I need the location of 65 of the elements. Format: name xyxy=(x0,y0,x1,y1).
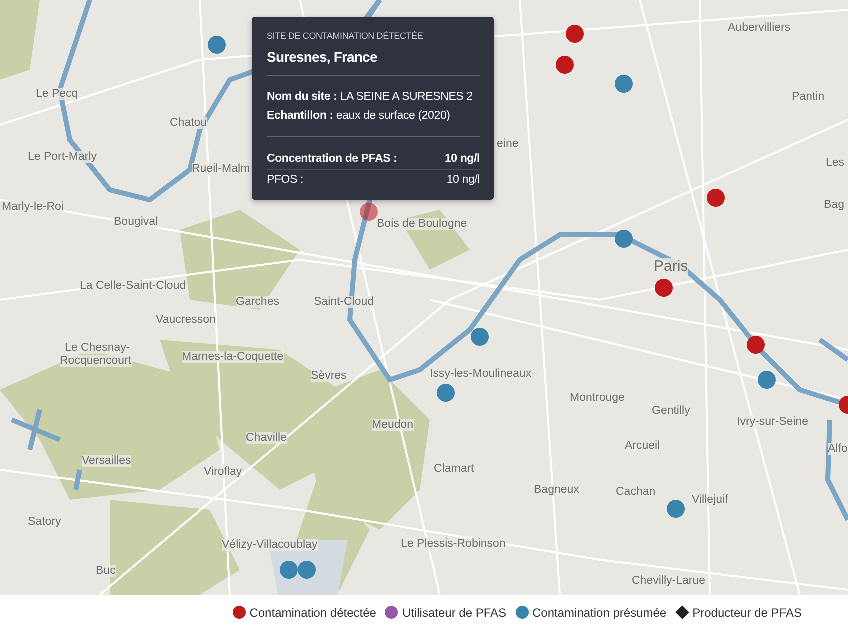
measure-value: 10 ng/l xyxy=(446,174,480,186)
place-label: Chaville xyxy=(246,432,287,444)
site-marker[interactable] xyxy=(667,500,685,518)
place-label: Buc xyxy=(96,565,116,577)
measure-label: Concentration de PFAS : xyxy=(267,153,398,165)
place-label: Ivry-sur-Seine xyxy=(737,416,809,428)
site-detail: Nom du site : LA SEINE A SURESNES 2 xyxy=(267,90,474,105)
site-detail: Echantillon : eaux de surface (2020) xyxy=(267,109,452,124)
measure-label: PFOS : xyxy=(267,174,304,186)
site-marker[interactable] xyxy=(747,336,765,354)
place-label: Gentilly xyxy=(652,405,690,417)
place-label: La Celle-Saint-Cloud xyxy=(80,280,186,292)
place-label: Chatou xyxy=(170,117,208,129)
place-label: Clamart xyxy=(434,463,474,475)
place-label: eine xyxy=(497,138,519,150)
place-label: Alfo xyxy=(828,443,848,455)
site-marker[interactable] xyxy=(615,75,633,93)
site-marker[interactable] xyxy=(707,189,725,207)
place-label: Marnes-la-Coquette xyxy=(182,351,284,363)
measure-value: 10 ng/l xyxy=(444,153,480,165)
place-label: Bagneux xyxy=(534,484,580,496)
tooltip-category: SITE DE CONTAMINATION DÉTECTÉE xyxy=(267,31,424,41)
legend-label: Utilisateur de PFAS xyxy=(402,606,507,620)
place-label: Villejuif xyxy=(692,494,728,506)
place-label: Chevilly-Larue xyxy=(632,575,706,587)
place-label: Rocquencourt xyxy=(60,355,132,367)
site-marker[interactable] xyxy=(655,279,673,297)
site-marker[interactable] xyxy=(208,36,226,54)
place-label: Cachan xyxy=(616,486,656,498)
place-label: Vélizy-Villacoublay xyxy=(222,539,318,551)
place-label: Versailles xyxy=(82,455,132,467)
place-label: Le Port-Marly xyxy=(28,151,98,163)
place-label: Marly-le-Roi xyxy=(2,201,64,213)
place-label: Vaucresson xyxy=(156,314,216,326)
place-label: Arcueil xyxy=(625,440,660,452)
place-label: Pantin xyxy=(792,91,825,103)
site-marker[interactable] xyxy=(566,25,584,43)
place-label: Paris xyxy=(654,258,688,275)
legend-label: Contamination détectée xyxy=(250,606,376,620)
site-marker[interactable] xyxy=(471,328,489,346)
place-label: Le Plessis-Robinson xyxy=(401,538,506,550)
place-label: Sèvres xyxy=(311,370,347,382)
site-marker[interactable] xyxy=(556,56,574,74)
place-label: Bougival xyxy=(114,216,158,228)
place-label: Les xyxy=(826,157,845,169)
legend-label: Contamination présumée xyxy=(532,606,667,620)
place-label: Rueil-Malm xyxy=(192,163,250,175)
site-marker[interactable] xyxy=(437,384,455,402)
place-label: Le Pecq xyxy=(36,88,78,100)
place-label: Bois de Boulogne xyxy=(377,218,468,230)
place-label: Satory xyxy=(28,516,62,528)
place-label: Saint-Cloud xyxy=(314,296,374,308)
place-label: Le Chesnay- xyxy=(65,342,130,354)
place-label: Meudon xyxy=(372,419,414,431)
site-marker[interactable] xyxy=(758,371,776,389)
place-label: Montrouge xyxy=(570,392,625,404)
place-label: Aubervilliers xyxy=(728,22,791,34)
place-label: Viroflay xyxy=(204,466,242,478)
site-marker[interactable] xyxy=(360,203,378,221)
place-label: Bag xyxy=(824,199,844,211)
place-label: Issy-les-Moulineaux xyxy=(430,368,532,380)
site-marker[interactable] xyxy=(615,230,633,248)
legend-label: Producteur de PFAS xyxy=(692,606,802,620)
tooltip-title: Suresnes, France xyxy=(267,49,378,65)
place-label: Garches xyxy=(236,296,280,308)
